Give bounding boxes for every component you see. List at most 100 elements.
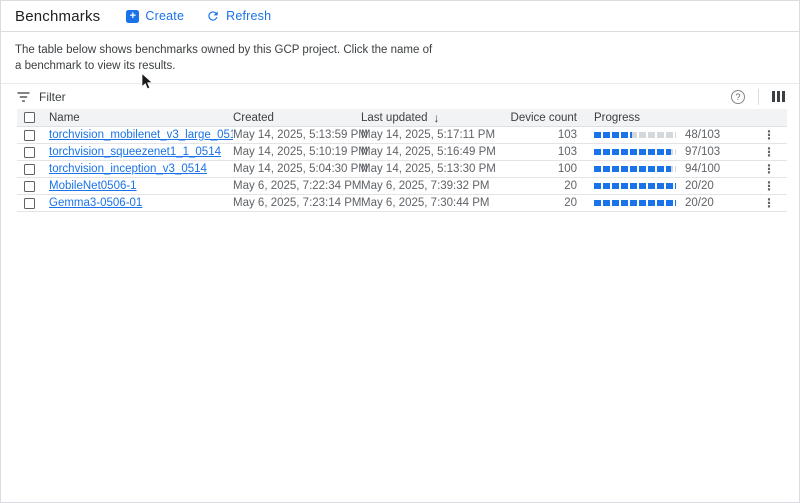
column-header-created[interactable]: Created bbox=[233, 112, 361, 124]
created-cell: May 6, 2025, 7:22:34 PM bbox=[233, 180, 361, 192]
row-menu-cell: ⋮ bbox=[751, 146, 787, 159]
row-menu-cell: ⋮ bbox=[751, 163, 787, 176]
description-line-1: The table below shows benchmarks owned b… bbox=[15, 42, 785, 58]
last-updated-cell: May 14, 2025, 5:16:49 PM bbox=[361, 146, 507, 158]
row-checkbox-cell bbox=[17, 130, 49, 141]
device-count-cell: 20 bbox=[507, 197, 577, 209]
device-count-cell: 20 bbox=[507, 180, 577, 192]
row-menu-cell: ⋮ bbox=[751, 129, 787, 142]
row-actions-menu-icon[interactable]: ⋮ bbox=[763, 179, 775, 193]
table-row: torchvision_squeezenet1_1_0514 May 14, 2… bbox=[17, 144, 787, 161]
filter-label: Filter bbox=[39, 90, 66, 104]
progress-cell: 20/20 bbox=[577, 180, 751, 192]
title-bar: Benchmarks + Create Refresh bbox=[1, 1, 799, 32]
device-count-cell: 103 bbox=[507, 129, 577, 141]
row-checkbox[interactable] bbox=[24, 130, 35, 141]
benchmark-name-link[interactable]: MobileNet0506-1 bbox=[49, 180, 137, 192]
toolbar-divider bbox=[758, 89, 759, 105]
table-body: torchvision_mobilenet_v3_large_0514 May … bbox=[17, 127, 787, 212]
benchmark-name-link[interactable]: torchvision_mobilenet_v3_large_0514 bbox=[49, 129, 233, 141]
progress-fill bbox=[594, 183, 676, 189]
progress-bar bbox=[594, 200, 676, 206]
benchmark-name-link[interactable]: Gemma3-0506-01 bbox=[49, 197, 142, 209]
column-header-last-updated[interactable]: Last updated ↓ bbox=[361, 111, 507, 125]
progress-cell: 97/103 bbox=[577, 146, 751, 158]
progress-cell: 48/103 bbox=[577, 129, 751, 141]
created-cell: May 14, 2025, 5:13:59 PM bbox=[233, 129, 361, 141]
progress-fraction: 97/103 bbox=[685, 146, 720, 158]
column-display-icon[interactable] bbox=[772, 91, 785, 102]
progress-fill bbox=[594, 149, 671, 155]
benchmarks-page: Benchmarks + Create Refresh The table be… bbox=[0, 0, 800, 503]
toolbar-right-icons: ? bbox=[731, 89, 785, 105]
benchmark-name-cell: torchvision_squeezenet1_1_0514 bbox=[49, 146, 233, 158]
progress-cell: 20/20 bbox=[577, 197, 751, 209]
benchmark-name-cell: torchvision_inception_v3_0514 bbox=[49, 163, 233, 175]
page-title: Benchmarks bbox=[15, 8, 100, 25]
created-cell: May 14, 2025, 5:04:30 PM bbox=[233, 163, 361, 175]
table-row: torchvision_inception_v3_0514 May 14, 20… bbox=[17, 161, 787, 178]
row-checkbox-cell bbox=[17, 164, 49, 175]
row-actions-menu-icon[interactable]: ⋮ bbox=[763, 196, 775, 210]
benchmark-name-cell: torchvision_mobilenet_v3_large_0514 bbox=[49, 129, 233, 141]
header-checkbox-cell bbox=[17, 112, 49, 123]
help-icon[interactable]: ? bbox=[731, 90, 745, 104]
filter-icon bbox=[17, 92, 30, 102]
progress-fill bbox=[594, 166, 671, 172]
benchmark-name-cell: MobileNet0506-1 bbox=[49, 180, 233, 192]
progress-bar bbox=[594, 166, 676, 172]
refresh-button-label: Refresh bbox=[226, 9, 271, 23]
page-description: The table below shows benchmarks owned b… bbox=[1, 32, 799, 83]
row-actions-menu-icon[interactable]: ⋮ bbox=[763, 145, 775, 159]
benchmark-name-cell: Gemma3-0506-01 bbox=[49, 197, 233, 209]
progress-fraction: 20/20 bbox=[685, 180, 714, 192]
plus-icon: + bbox=[126, 10, 139, 23]
progress-bar bbox=[594, 132, 676, 138]
row-menu-cell: ⋮ bbox=[751, 180, 787, 193]
created-cell: May 14, 2025, 5:10:19 PM bbox=[233, 146, 361, 158]
row-menu-cell: ⋮ bbox=[751, 197, 787, 210]
last-updated-cell: May 6, 2025, 7:39:32 PM bbox=[361, 180, 507, 192]
benchmark-name-link[interactable]: torchvision_inception_v3_0514 bbox=[49, 163, 207, 175]
column-header-device-count[interactable]: Device count bbox=[507, 112, 577, 124]
last-updated-cell: May 14, 2025, 5:17:11 PM bbox=[361, 129, 507, 141]
refresh-button[interactable]: Refresh bbox=[206, 9, 271, 23]
benchmark-name-link[interactable]: torchvision_squeezenet1_1_0514 bbox=[49, 146, 221, 158]
filter-button[interactable]: Filter bbox=[17, 90, 66, 104]
row-checkbox-cell bbox=[17, 198, 49, 209]
row-checkbox[interactable] bbox=[24, 181, 35, 192]
progress-bar bbox=[594, 149, 676, 155]
row-actions-menu-icon[interactable]: ⋮ bbox=[763, 162, 775, 176]
progress-fraction: 94/100 bbox=[685, 163, 720, 175]
device-count-cell: 100 bbox=[507, 163, 577, 175]
table-row: torchvision_mobilenet_v3_large_0514 May … bbox=[17, 127, 787, 144]
column-header-progress[interactable]: Progress bbox=[577, 112, 751, 124]
row-checkbox[interactable] bbox=[24, 198, 35, 209]
table-toolbar: Filter ? bbox=[1, 83, 799, 109]
progress-fraction: 48/103 bbox=[685, 129, 720, 141]
row-checkbox-cell bbox=[17, 181, 49, 192]
create-button-label: Create bbox=[145, 9, 184, 23]
table-row: Gemma3-0506-01 May 6, 2025, 7:23:14 PM M… bbox=[17, 195, 787, 212]
device-count-cell: 103 bbox=[507, 146, 577, 158]
last-updated-cell: May 6, 2025, 7:30:44 PM bbox=[361, 197, 507, 209]
create-button[interactable]: + Create bbox=[126, 9, 184, 23]
row-checkbox-cell bbox=[17, 147, 49, 158]
row-checkbox[interactable] bbox=[24, 164, 35, 175]
table-row: MobileNet0506-1 May 6, 2025, 7:22:34 PM … bbox=[17, 178, 787, 195]
progress-fill bbox=[594, 132, 632, 138]
refresh-icon bbox=[206, 9, 220, 23]
progress-fraction: 20/20 bbox=[685, 197, 714, 209]
description-line-2: a benchmark to view its results. bbox=[15, 58, 785, 74]
progress-cell: 94/100 bbox=[577, 163, 751, 175]
benchmarks-table: Name Created Last updated ↓ Device count… bbox=[17, 109, 787, 212]
last-updated-cell: May 14, 2025, 5:13:30 PM bbox=[361, 163, 507, 175]
row-actions-menu-icon[interactable]: ⋮ bbox=[763, 128, 775, 142]
column-header-last-updated-label: Last updated bbox=[361, 112, 428, 124]
created-cell: May 6, 2025, 7:23:14 PM bbox=[233, 197, 361, 209]
row-checkbox[interactable] bbox=[24, 147, 35, 158]
progress-fill bbox=[594, 200, 676, 206]
column-header-name[interactable]: Name bbox=[49, 112, 233, 124]
table-header-row: Name Created Last updated ↓ Device count… bbox=[17, 109, 787, 127]
select-all-checkbox[interactable] bbox=[24, 112, 35, 123]
